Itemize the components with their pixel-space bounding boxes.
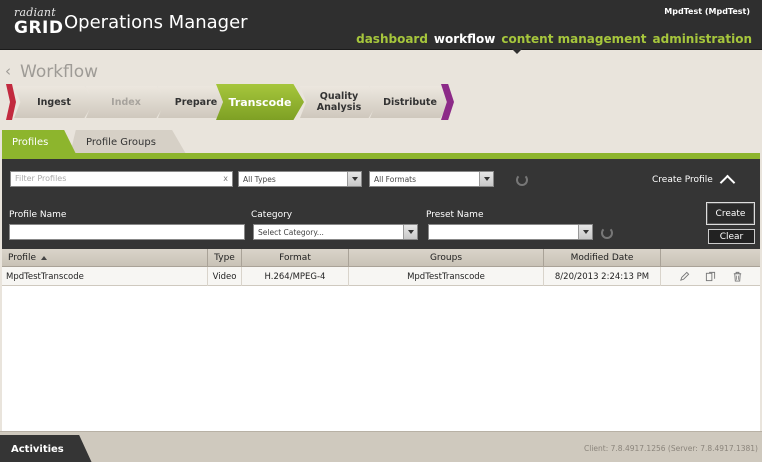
dropdown-arrow-icon[interactable] xyxy=(578,225,592,239)
preset-name-label: Preset Name xyxy=(426,210,484,220)
nav-workflow[interactable]: workflow xyxy=(434,32,495,46)
tab-profile-groups[interactable]: Profile Groups xyxy=(70,130,186,154)
nav-dashboard[interactable]: dashboard xyxy=(356,32,428,46)
filter-placeholder: Filter Profiles xyxy=(15,174,67,183)
nav-administration[interactable]: administration xyxy=(653,32,753,46)
category-select[interactable]: Select Category... xyxy=(253,224,418,240)
profile-name-input[interactable] xyxy=(9,224,245,240)
collapse-chevron-icon[interactable] xyxy=(719,173,735,185)
version-info: Client: 7.8.4917.1256 (Server: 7.8.4917.… xyxy=(584,444,758,453)
top-navigation: dashboard workflow content management ad… xyxy=(350,32,752,46)
col-actions xyxy=(661,249,760,267)
page-title: Workflow xyxy=(20,62,99,82)
cell-modified-date: 8/20/2013 2:24:13 PM xyxy=(544,267,661,286)
profile-filter-panel: Filter Profiles x All Types All Formats … xyxy=(2,159,760,249)
clear-filter-icon[interactable]: x xyxy=(223,174,228,183)
format-select[interactable]: All Formats xyxy=(369,171,494,187)
profile-name-label: Profile Name xyxy=(9,210,67,220)
cell-type: Video xyxy=(208,267,242,286)
cell-actions xyxy=(661,267,760,286)
format-select-value: All Formats xyxy=(374,175,417,184)
step-index[interactable]: Index xyxy=(86,86,166,118)
profiles-table: Profile Type Format Groups Modified Date… xyxy=(2,249,760,431)
step-quality-analysis[interactable]: Quality Analysis xyxy=(300,86,378,118)
clear-button[interactable]: Clear xyxy=(708,229,755,244)
logo-bottom-text: GRID xyxy=(14,18,64,38)
active-nav-caret-icon xyxy=(511,48,523,54)
create-profile-label[interactable]: Create Profile xyxy=(652,175,713,185)
col-modified-date[interactable]: Modified Date xyxy=(544,249,661,267)
app-title: Operations Manager xyxy=(64,12,248,33)
edit-pencil-icon[interactable] xyxy=(679,271,690,282)
category-label: Category xyxy=(251,210,293,220)
back-chevron-icon[interactable]: ‹ xyxy=(5,62,11,80)
dropdown-arrow-icon[interactable] xyxy=(479,172,493,186)
tab-profiles[interactable]: Profiles xyxy=(2,130,76,154)
workflow-steps: Ingest Index Prepare Transcode Quality A… xyxy=(6,84,456,122)
nav-content-management[interactable]: content management xyxy=(501,32,646,46)
radiant-grid-logo: radiant GRID xyxy=(12,6,63,40)
cell-profile: MpdTestTranscode xyxy=(2,267,208,286)
col-format[interactable]: Format xyxy=(242,249,349,267)
cell-groups: MpdTestTranscode xyxy=(349,267,544,286)
steps-start-marker xyxy=(6,84,16,120)
col-type[interactable]: Type xyxy=(208,249,242,267)
refresh-icon[interactable] xyxy=(601,227,613,239)
dropdown-arrow-icon[interactable] xyxy=(347,172,361,186)
delete-trash-icon[interactable] xyxy=(732,271,743,282)
table-header: Profile Type Format Groups Modified Date xyxy=(2,249,760,267)
step-transcode[interactable]: Transcode xyxy=(216,84,304,120)
create-button[interactable]: Create xyxy=(706,202,755,225)
copy-icon[interactable] xyxy=(705,271,716,282)
user-label[interactable]: MpdTest (MpdTest) xyxy=(664,7,750,16)
col-profile-label: Profile xyxy=(8,253,36,263)
app-header: radiant GRID Operations Manager MpdTest … xyxy=(0,0,762,50)
cell-format: H.264/MPEG-4 xyxy=(242,267,349,286)
filter-profiles-input[interactable]: Filter Profiles x xyxy=(10,171,233,187)
activities-tab[interactable]: Activities xyxy=(0,435,92,462)
col-groups[interactable]: Groups xyxy=(349,249,544,267)
col-profile[interactable]: Profile xyxy=(2,249,208,267)
footer-bar: Activities Client: 7.8.4917.1256 (Server… xyxy=(0,431,762,462)
preset-name-select[interactable] xyxy=(428,224,593,240)
sort-ascending-icon xyxy=(40,256,47,260)
table-row[interactable]: MpdTestTranscode Video H.264/MPEG-4 MpdT… xyxy=(2,267,760,286)
step-ingest[interactable]: Ingest xyxy=(14,86,94,118)
refresh-icon[interactable] xyxy=(516,174,528,186)
type-select-value: All Types xyxy=(243,175,276,184)
profile-tabs: Profile Groups Profiles xyxy=(0,130,762,154)
step-distribute[interactable]: Distribute xyxy=(370,86,450,118)
dropdown-arrow-icon[interactable] xyxy=(403,225,417,239)
type-select[interactable]: All Types xyxy=(238,171,362,187)
category-select-value: Select Category... xyxy=(258,228,324,237)
